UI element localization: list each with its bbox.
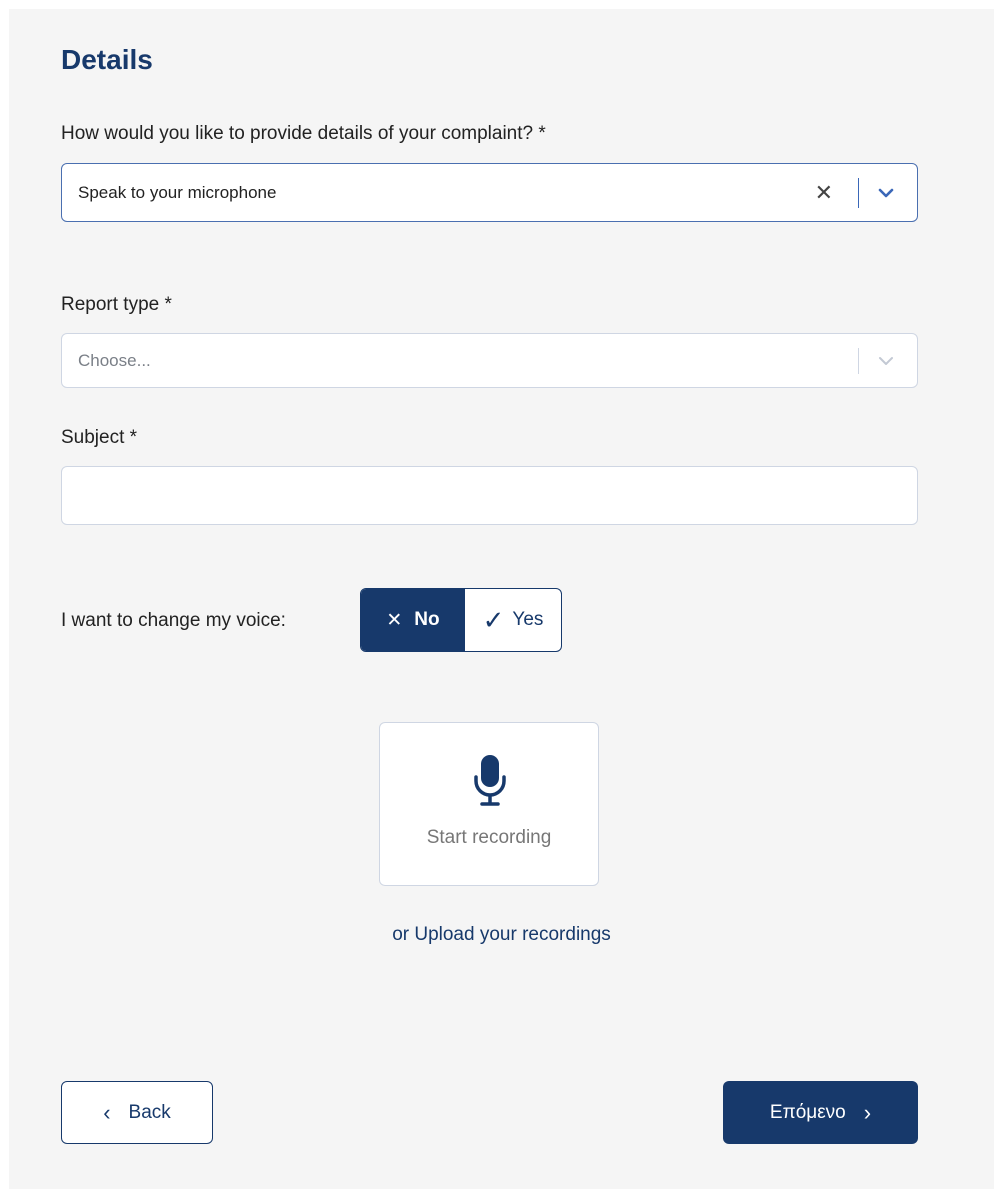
page-title: Details	[61, 44, 153, 75]
report-type-placeholder: Choose...	[78, 350, 151, 370]
report-type-label: Report type *	[61, 294, 172, 315]
method-select-value: Speak to your microphone	[78, 182, 277, 202]
upload-recordings-link[interactable]: or Upload your recordings	[9, 924, 994, 946]
no-label: No	[414, 609, 440, 630]
next-button[interactable]: Επόμενο ›	[723, 1081, 918, 1144]
start-recording-label: Start recording	[426, 827, 552, 848]
method-select[interactable]: Speak to your microphone ✕	[61, 163, 918, 222]
subject-input[interactable]	[61, 466, 918, 525]
form-panel: Details How would you like to provide de…	[9, 9, 994, 1189]
clear-icon[interactable]: ✕	[815, 181, 833, 204]
chevron-down-icon[interactable]	[877, 355, 895, 367]
chevron-left-icon: ‹	[103, 1099, 111, 1125]
select-separator	[858, 347, 859, 374]
yes-label: Yes	[512, 609, 544, 630]
back-label: Back	[128, 1101, 171, 1123]
x-icon: ✕	[386, 609, 403, 631]
subject-label: Subject *	[61, 427, 138, 448]
report-type-select[interactable]: Choose...	[61, 333, 918, 388]
voice-change-no-option[interactable]: ✕ No	[361, 589, 465, 651]
chevron-down-icon[interactable]	[877, 187, 895, 199]
voice-change-yes-option[interactable]: ✓ Yes	[465, 589, 561, 651]
voice-change-label: I want to change my voice:	[61, 610, 286, 631]
check-icon: ✓	[482, 604, 505, 635]
microphone-icon	[474, 755, 506, 806]
chevron-right-icon: ›	[863, 1099, 872, 1125]
back-button[interactable]: ‹ Back	[61, 1081, 213, 1144]
start-recording-button[interactable]: Start recording	[379, 722, 599, 886]
next-label: Επόμενο	[769, 1101, 846, 1123]
method-label: How would you like to provide details of…	[61, 123, 546, 144]
voice-change-toggle: ✕ No ✓ Yes	[360, 588, 562, 652]
select-separator	[858, 177, 859, 208]
